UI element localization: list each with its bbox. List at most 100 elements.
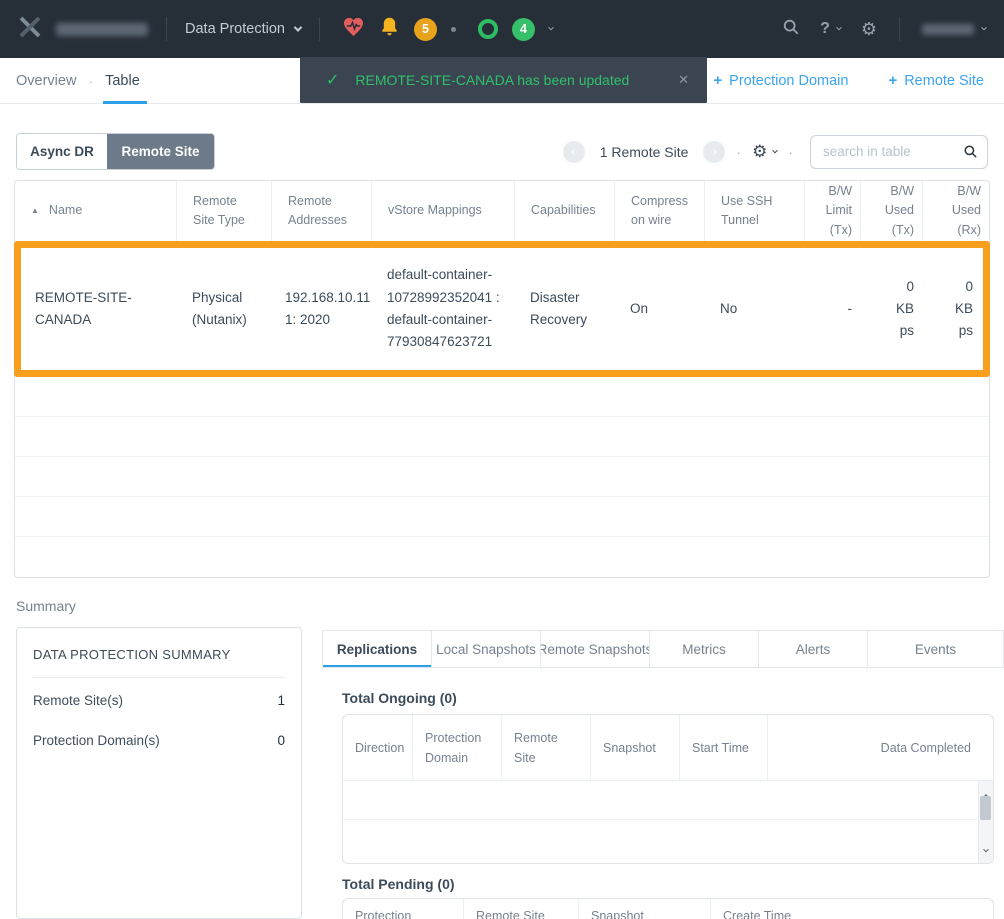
pager-next-button[interactable] [703,141,725,163]
total-ongoing-title: Total Ongoing (0) [342,690,1004,706]
column-header-remote-addresses[interactable]: Remote Addresses [272,181,372,241]
cell-use-ssh-tunnel: No [704,298,804,320]
tab-remote-snapshots[interactable]: Remote Snapshots [541,631,650,667]
chevron-down-icon [294,23,302,31]
help-icon: ? [820,20,830,38]
tasks-ring-icon[interactable] [478,19,498,39]
tasks-count-badge[interactable]: 4 [512,18,535,41]
success-toast: ✓ REMOTE-SITE-CANADA has been updated ✕ [300,57,707,103]
sort-asc-icon: ▲ [31,205,39,217]
column-header-compress-on-wire[interactable]: Compress on wire [615,181,705,241]
column-header-start-time[interactable]: Start Time [680,715,768,780]
divider [166,17,167,41]
column-header-name[interactable]: ▲ Name [15,181,177,241]
chevron-down-icon [836,25,842,31]
summary-detail-pane: Replications Local Snapshots Remote Snap… [322,630,1004,919]
active-tab-underline [323,665,431,667]
column-header-bw-used-rx[interactable]: B/W Used (Rx) [923,181,989,241]
active-tab-underline [103,101,147,104]
tab-alerts[interactable]: Alerts [759,631,868,667]
summary-row-value: 0 [277,733,285,748]
column-header-vstore-mappings[interactable]: vStore Mappings [372,181,515,241]
pager-count-label: 1 Remote Site [600,144,689,160]
add-remote-site-button[interactable]: + Remote Site [888,72,984,89]
settings-gear-icon[interactable]: ⚙ [861,20,877,38]
summary-section-label: Summary [16,598,76,614]
column-header-snapshot[interactable]: Snapshot [591,715,680,780]
plus-icon: + [713,72,722,89]
column-header-protection-domain[interactable]: Protection Domain [343,899,464,919]
user-menu[interactable] [922,24,986,35]
column-header-snapshot[interactable]: Snapshot [579,899,711,919]
chevron-down-icon[interactable] [548,25,554,31]
separator-dot: · [788,144,793,160]
segment-async-dr[interactable]: Async DR [17,134,107,169]
pager-prev-button[interactable] [563,141,585,163]
gear-icon: ⚙ [752,143,767,160]
tab-table[interactable]: Table [105,73,140,89]
cell-bw-used-tx: 0 KBps [860,276,922,343]
empty-table-row [15,457,989,497]
tab-replications[interactable]: Replications [323,631,432,667]
column-header-use-ssh-tunnel[interactable]: Use SSH Tunnel [705,181,805,241]
summary-row-label: Protection Domain(s) [33,733,160,748]
pending-table-header: Protection Domain Remote Site Snapshot C… [343,899,993,919]
column-header-remote-site[interactable]: Remote Site [502,715,591,780]
vertical-scrollbar[interactable] [978,781,993,863]
chevron-down-icon [772,147,778,153]
username-redacted [922,24,974,35]
tab-metrics[interactable]: Metrics [650,631,759,667]
column-header-capabilities[interactable]: Capabilities [515,181,615,241]
product-menu-dropdown[interactable]: Data Protection [185,21,301,37]
cell-capabilities: Disaster Recovery [514,287,614,332]
separator-dot: · [736,144,741,160]
table-search-input[interactable] [810,135,988,169]
search-icon[interactable] [782,18,800,41]
selected-row-highlight: REMOTE-SITE-CANADA Physical (Nutanix) 19… [14,241,990,377]
segment-remote-site[interactable]: Remote Site [107,134,214,169]
column-header-direction[interactable]: Direction [343,715,413,780]
cluster-name-redacted[interactable] [56,23,148,36]
table-row[interactable]: REMOTE-SITE-CANADA Physical (Nutanix) 19… [21,248,983,370]
total-pending-title: Total Pending (0) [342,876,1004,892]
column-header-remote-site-type[interactable]: Remote Site Type [177,181,272,241]
table-search [810,135,988,169]
ongoing-table-header: Direction Protection Domain Remote Site … [343,715,993,781]
help-menu[interactable]: ? [820,20,841,38]
scroll-down-icon[interactable] [984,840,988,858]
tab-local-snapshots[interactable]: Local Snapshots [432,631,541,667]
separator-dot: · [88,73,93,89]
column-header-remote-site[interactable]: Remote Site [464,899,579,919]
cell-bw-limit-tx: - [804,298,860,320]
check-icon: ✓ [326,70,339,90]
health-heart-icon[interactable] [342,16,365,42]
cell-name: REMOTE-SITE-CANADA [21,287,176,332]
close-icon[interactable]: ✕ [678,72,689,88]
pending-replications-table: Protection Domain Remote Site Snapshot C… [342,898,994,919]
ongoing-table-body [343,781,993,863]
column-header-create-time[interactable]: Create Time [711,899,993,919]
alerts-count-badge[interactable]: 5 [414,18,437,41]
remote-sites-table: ▲ Name Remote Site Type Remote Addresses… [14,180,990,578]
column-header-bw-used-tx[interactable]: B/W Used (Tx) [861,181,923,241]
tab-events[interactable]: Events [868,631,1003,667]
alerts-bell-icon[interactable] [379,16,400,42]
ongoing-replications-table: Direction Protection Domain Remote Site … [342,714,994,864]
tab-overview[interactable]: Overview [16,73,76,89]
column-header-bw-limit-tx[interactable]: B/W Limit (Tx) [805,181,861,241]
summary-tabs: Replications Local Snapshots Remote Snap… [322,630,1004,668]
scrollbar-thumb[interactable] [980,796,991,820]
column-header-data-completed[interactable]: Data Completed [768,715,993,780]
empty-table-row [15,417,989,457]
table-settings-dropdown[interactable]: ⚙ [752,143,777,160]
add-protection-domain-button[interactable]: + Protection Domain [713,72,848,89]
product-menu-label: Data Protection [185,21,285,37]
column-header-protection-domain[interactable]: Protection Domain [413,715,502,780]
search-icon [963,144,978,164]
empty-table-row [15,537,989,577]
plus-icon: + [888,72,897,89]
empty-table-row [15,377,989,417]
chevron-down-icon [981,25,987,31]
nutanix-logo-icon[interactable] [18,16,42,43]
empty-table-row [15,497,989,537]
